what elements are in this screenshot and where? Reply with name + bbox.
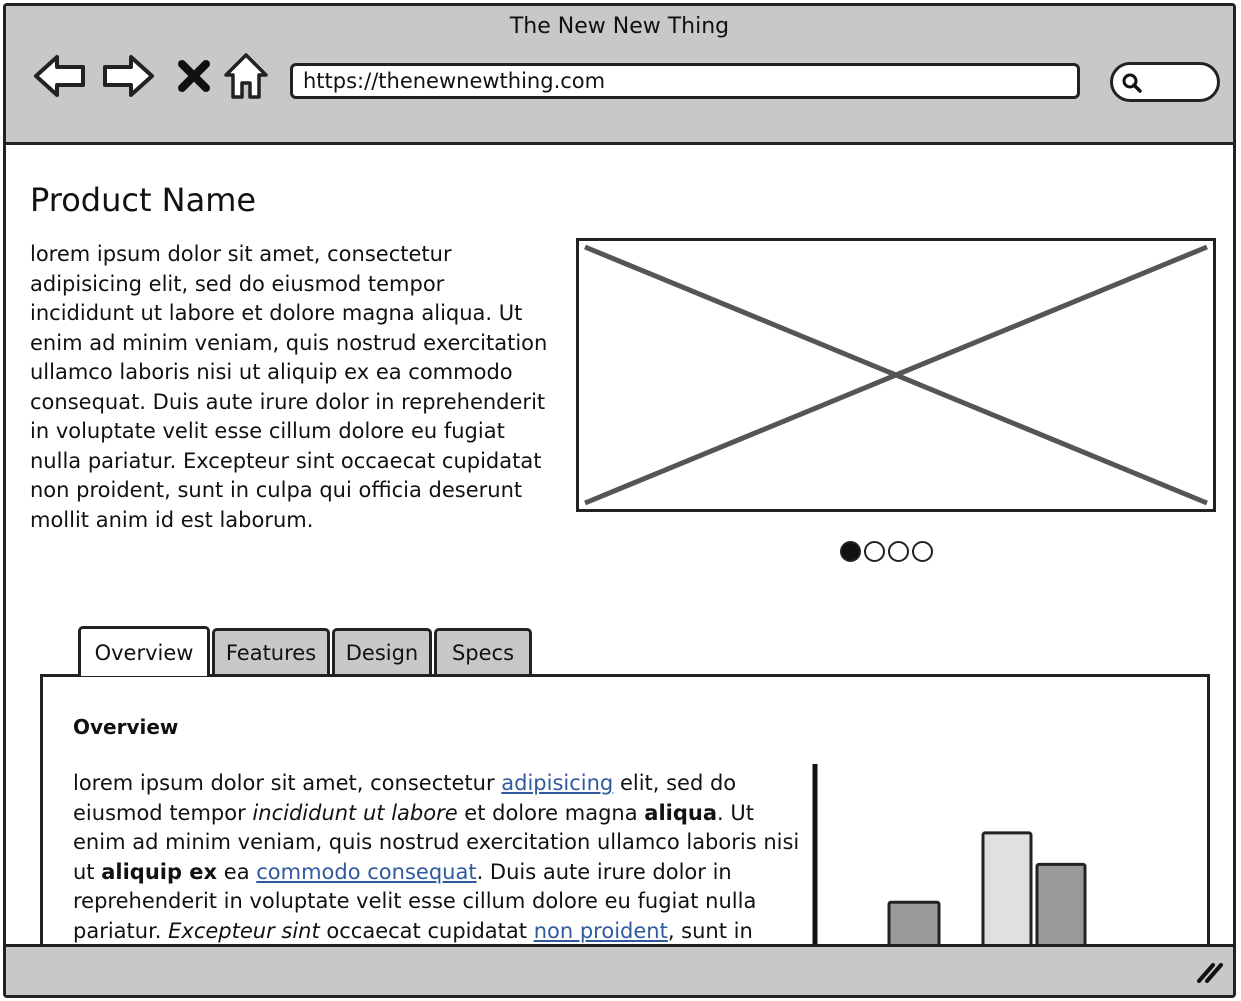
- carousel-dot[interactable]: [840, 541, 861, 562]
- tab-specs[interactable]: Specs: [434, 628, 532, 674]
- panel-heading: Overview: [73, 715, 179, 739]
- resize-grip-icon[interactable]: [1195, 959, 1223, 987]
- overview-text: lorem ipsum dolor sit amet, consectetur …: [73, 771, 800, 943]
- link-adipisicing[interactable]: adipisicing: [501, 771, 613, 795]
- browser-window: The New New Thing https://thenewnewthing…: [3, 3, 1236, 998]
- browser-chrome: The New New Thing https://thenewnewthing…: [6, 6, 1233, 145]
- back-arrow-icon[interactable]: [32, 48, 88, 104]
- status-bar: [6, 944, 1233, 995]
- tab-panel-overview: Overview lorem ipsum dolor sit amet, con…: [40, 674, 1210, 974]
- close-x-icon[interactable]: [166, 48, 222, 104]
- product-title: Product Name: [30, 181, 257, 219]
- carousel-dot[interactable]: [888, 541, 909, 562]
- tab-features[interactable]: Features: [212, 628, 330, 674]
- home-icon[interactable]: [218, 48, 274, 104]
- search-icon: [1121, 72, 1143, 98]
- tab-overview[interactable]: Overview: [78, 626, 210, 676]
- link-non-proident[interactable]: non proident: [534, 919, 668, 943]
- carousel-dot[interactable]: [864, 541, 885, 562]
- carousel-dot[interactable]: [912, 541, 933, 562]
- tab-design[interactable]: Design: [332, 628, 432, 674]
- page-content: Product Name lorem ipsum dolor sit amet,…: [6, 145, 1233, 974]
- address-url: https://thenewnewthing.com: [303, 69, 606, 93]
- search-input[interactable]: [1110, 62, 1220, 102]
- forward-arrow-icon[interactable]: [100, 48, 156, 104]
- product-description: lorem ipsum dolor sit amet, consectetur …: [30, 242, 548, 532]
- product-image-placeholder: [576, 238, 1216, 512]
- address-bar[interactable]: https://thenewnewthing.com: [290, 63, 1080, 99]
- carousel-pagination: [840, 541, 933, 562]
- link-commodo-consequat[interactable]: commodo consequat: [256, 860, 476, 884]
- window-title: The New New Thing: [509, 14, 730, 39]
